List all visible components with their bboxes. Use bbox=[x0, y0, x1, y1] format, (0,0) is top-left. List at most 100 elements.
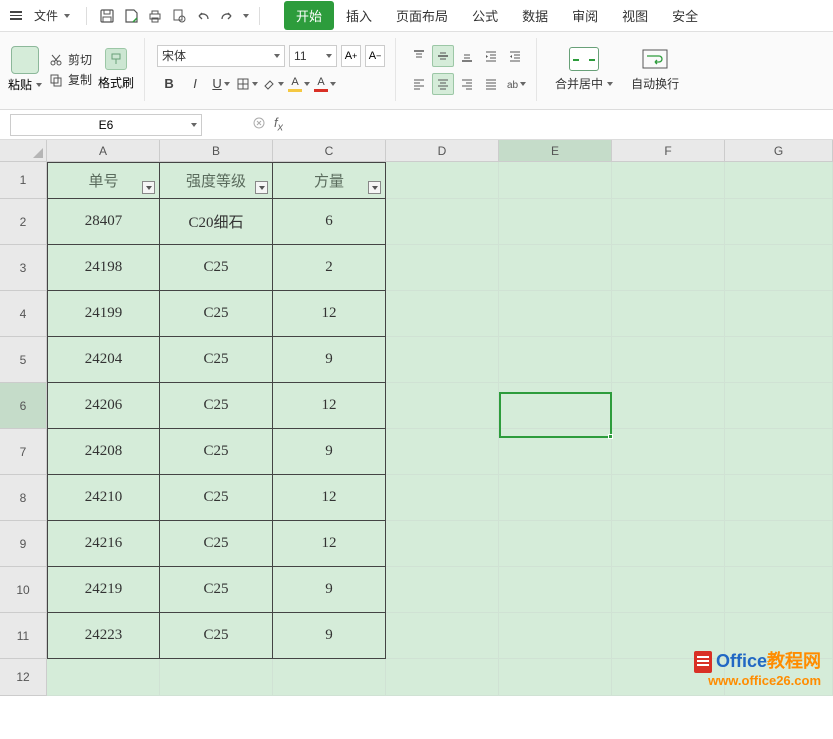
file-menu[interactable]: 文件 bbox=[28, 5, 76, 26]
align-bottom-button[interactable] bbox=[456, 45, 478, 67]
cell-C6[interactable]: 12 bbox=[273, 383, 386, 429]
cell-A2[interactable]: 28407 bbox=[47, 199, 160, 245]
align-top-button[interactable] bbox=[408, 45, 430, 67]
row-header[interactable]: 5 bbox=[0, 337, 47, 383]
cell-E5[interactable] bbox=[499, 337, 612, 383]
merge-center-button[interactable]: 合并居中 bbox=[549, 47, 619, 92]
cell-D10[interactable] bbox=[386, 567, 499, 613]
decrease-indent-button[interactable] bbox=[480, 45, 502, 67]
cell-F2[interactable] bbox=[612, 199, 725, 245]
cell-E9[interactable] bbox=[499, 521, 612, 567]
cell-C10[interactable]: 9 bbox=[273, 567, 386, 613]
cell-F3[interactable] bbox=[612, 245, 725, 291]
cell-D11[interactable] bbox=[386, 613, 499, 659]
cell-F9[interactable] bbox=[612, 521, 725, 567]
cell-D6[interactable] bbox=[386, 383, 499, 429]
cell-E3[interactable] bbox=[499, 245, 612, 291]
tab-5[interactable]: 审阅 bbox=[560, 1, 610, 30]
print-icon[interactable] bbox=[145, 6, 165, 26]
row-header[interactable]: 6 bbox=[0, 383, 47, 429]
cell-D1[interactable] bbox=[386, 162, 499, 199]
fill-color-button[interactable] bbox=[261, 73, 285, 95]
cell-B2[interactable]: C20细石 bbox=[160, 199, 273, 245]
cell-E1[interactable] bbox=[499, 162, 612, 199]
row-header[interactable]: 12 bbox=[0, 659, 47, 696]
row-header[interactable]: 4 bbox=[0, 291, 47, 337]
cell-C12[interactable] bbox=[273, 659, 386, 696]
filter-arrow[interactable] bbox=[368, 181, 381, 194]
cell-B9[interactable]: C25 bbox=[160, 521, 273, 567]
cell-F4[interactable] bbox=[612, 291, 725, 337]
cell-G5[interactable] bbox=[725, 337, 833, 383]
row-header[interactable]: 7 bbox=[0, 429, 47, 475]
cell-C7[interactable]: 9 bbox=[273, 429, 386, 475]
cell-A5[interactable]: 24204 bbox=[47, 337, 160, 383]
cell-A9[interactable]: 24216 bbox=[47, 521, 160, 567]
cell-B11[interactable]: C25 bbox=[160, 613, 273, 659]
cell-G9[interactable] bbox=[725, 521, 833, 567]
bold-button[interactable]: B bbox=[157, 73, 181, 95]
cell-G8[interactable] bbox=[725, 475, 833, 521]
cell-D7[interactable] bbox=[386, 429, 499, 475]
font-name-select[interactable]: 宋体 bbox=[157, 45, 285, 67]
wrap-text-button[interactable]: 自动换行 bbox=[625, 47, 685, 92]
cell-A7[interactable]: 24208 bbox=[47, 429, 160, 475]
select-all-corner[interactable] bbox=[0, 140, 47, 162]
cell-A6[interactable]: 24206 bbox=[47, 383, 160, 429]
cell-G7[interactable] bbox=[725, 429, 833, 475]
cell-C8[interactable]: 12 bbox=[273, 475, 386, 521]
cell-G3[interactable] bbox=[725, 245, 833, 291]
filter-arrow[interactable] bbox=[255, 181, 268, 194]
align-middle-button[interactable] bbox=[432, 45, 454, 67]
cell-C1[interactable]: 方量 bbox=[273, 162, 386, 199]
align-right-button[interactable] bbox=[456, 73, 478, 95]
cell-B6[interactable]: C25 bbox=[160, 383, 273, 429]
cell-C5[interactable]: 9 bbox=[273, 337, 386, 383]
decrease-font-button[interactable]: A− bbox=[365, 45, 385, 67]
cell-A12[interactable] bbox=[47, 659, 160, 696]
tab-7[interactable]: 安全 bbox=[660, 1, 710, 30]
cell-B7[interactable]: C25 bbox=[160, 429, 273, 475]
paste-button[interactable]: 粘贴 bbox=[8, 46, 42, 93]
cell-D3[interactable] bbox=[386, 245, 499, 291]
col-header-B[interactable]: B bbox=[160, 140, 273, 162]
cell-A10[interactable]: 24219 bbox=[47, 567, 160, 613]
justify-button[interactable] bbox=[480, 73, 502, 95]
filter-arrow[interactable] bbox=[142, 181, 155, 194]
cell-D9[interactable] bbox=[386, 521, 499, 567]
cancel-formula-icon[interactable] bbox=[252, 116, 266, 133]
orientation-button[interactable]: ab bbox=[504, 73, 526, 95]
cell-C4[interactable]: 12 bbox=[273, 291, 386, 337]
align-center-button[interactable] bbox=[432, 73, 454, 95]
cell-B8[interactable]: C25 bbox=[160, 475, 273, 521]
cell-C11[interactable]: 9 bbox=[273, 613, 386, 659]
row-header[interactable]: 10 bbox=[0, 567, 47, 613]
col-header-A[interactable]: A bbox=[47, 140, 160, 162]
row-header[interactable]: 2 bbox=[0, 199, 47, 245]
name-box[interactable]: E6 bbox=[10, 114, 202, 136]
hamburger-icon[interactable] bbox=[8, 8, 24, 24]
cell-F10[interactable] bbox=[612, 567, 725, 613]
chevron-down-icon[interactable] bbox=[243, 14, 249, 18]
cell-D8[interactable] bbox=[386, 475, 499, 521]
cell-C2[interactable]: 6 bbox=[273, 199, 386, 245]
format-painter-button[interactable]: 格式刷 bbox=[98, 48, 134, 91]
col-header-E[interactable]: E bbox=[499, 140, 612, 162]
cell-G4[interactable] bbox=[725, 291, 833, 337]
save-icon[interactable] bbox=[97, 6, 117, 26]
row-header[interactable]: 3 bbox=[0, 245, 47, 291]
cell-A4[interactable]: 24199 bbox=[47, 291, 160, 337]
cell-E12[interactable] bbox=[499, 659, 612, 696]
cell-B4[interactable]: C25 bbox=[160, 291, 273, 337]
cell-D2[interactable] bbox=[386, 199, 499, 245]
border-button[interactable] bbox=[235, 73, 259, 95]
cell-B5[interactable]: C25 bbox=[160, 337, 273, 383]
cut-button[interactable]: 剪切 bbox=[48, 51, 92, 68]
row-header[interactable]: 9 bbox=[0, 521, 47, 567]
cell-E10[interactable] bbox=[499, 567, 612, 613]
cell-E6[interactable] bbox=[499, 383, 612, 429]
cell-F8[interactable] bbox=[612, 475, 725, 521]
cell-G10[interactable] bbox=[725, 567, 833, 613]
cell-D12[interactable] bbox=[386, 659, 499, 696]
tab-2[interactable]: 页面布局 bbox=[384, 1, 460, 30]
